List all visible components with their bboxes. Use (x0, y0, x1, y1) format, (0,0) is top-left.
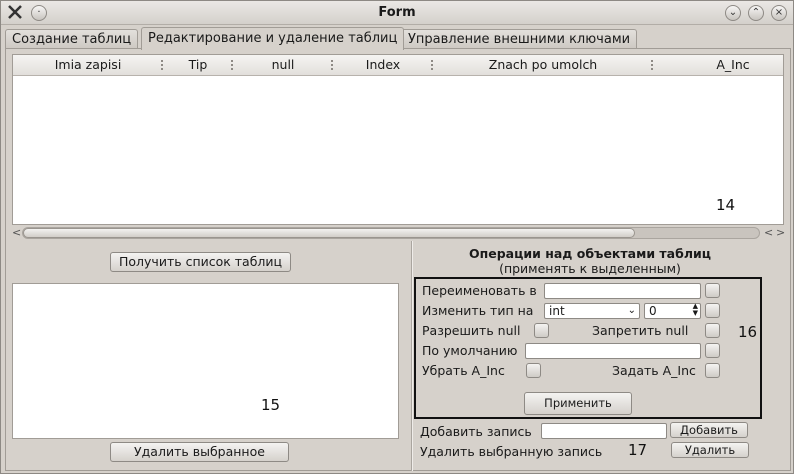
ops-group-box: Переименовать в Изменить тип на int ⌄ 0 … (414, 277, 762, 419)
apply-button[interactable]: Применить (524, 392, 632, 415)
title-bar: · Form ⌄ ⌃ × (1, 1, 793, 25)
allow-null-label: Разрешить null (422, 323, 521, 338)
annotation-15: 15 (261, 396, 281, 414)
minimize-button[interactable]: ⌄ (725, 5, 741, 21)
close-button[interactable]: × (771, 5, 787, 21)
rename-label: Переименовать в (422, 283, 537, 298)
type-select-value: int (549, 304, 565, 318)
set-ainc-label: Задать A_Inc (612, 363, 696, 378)
horizontal-scrollbar[interactable]: < < > (12, 226, 785, 240)
column-header[interactable]: A_Inc (693, 55, 773, 75)
default-input[interactable] (525, 343, 701, 359)
size-spinbox-value: 0 (649, 304, 657, 318)
size-spinbox[interactable]: 0 ▲ ▼ (644, 303, 701, 319)
remove-ainc-checkbox[interactable] (526, 363, 541, 378)
main-window: · Form ⌄ ⌃ × Создание таблиц Редактирова… (0, 0, 794, 474)
forbid-null-label: Запретить null (592, 323, 689, 338)
scroll-right-icon[interactable]: > (776, 226, 785, 239)
add-record-input[interactable] (541, 423, 667, 439)
rename-checkbox[interactable] (705, 283, 720, 298)
delete-selected-button[interactable]: Удалить выбранное (110, 442, 289, 462)
tab-foreign-keys[interactable]: Управление внешними ключами (401, 29, 638, 49)
ops-subheading: (применять к выделенным) (499, 261, 681, 276)
tab-edit-delete-tables[interactable]: Редактирование и удаление таблиц (141, 27, 405, 50)
chevron-down-icon: ⌄ (627, 305, 636, 316)
annotation-16: 16 (738, 323, 758, 341)
tab-create-tables[interactable]: Создание таблиц (5, 29, 139, 49)
change-type-checkbox[interactable] (705, 303, 720, 318)
column-separator[interactable] (651, 60, 653, 70)
forbid-null-checkbox[interactable] (705, 323, 720, 338)
fields-table[interactable]: Imia zapisi Tip null Index Znach po umol… (12, 54, 784, 225)
add-record-button[interactable]: Добавить (670, 422, 748, 438)
add-record-label: Добавить запись (420, 424, 532, 439)
annotation-14: 14 (716, 196, 736, 214)
window-title: Form (378, 5, 416, 20)
column-header[interactable]: Imia zapisi (13, 55, 163, 75)
table-header: Imia zapisi Tip null Index Znach po umol… (13, 55, 783, 76)
column-header[interactable]: Tip (163, 55, 233, 75)
change-type-label: Изменить тип на (422, 303, 534, 318)
vertical-divider (411, 241, 413, 471)
scroll-thumb[interactable] (23, 228, 635, 238)
tab-panel: Imia zapisi Tip null Index Znach po umol… (5, 48, 791, 471)
remove-ainc-label: Убрать A_Inc (422, 363, 505, 378)
type-select[interactable]: int ⌄ (544, 303, 640, 319)
column-header[interactable]: Znach po umolch (433, 55, 653, 75)
get-tables-button[interactable]: Получить список таблиц (110, 252, 292, 272)
ops-heading: Операции над объектами таблиц (468, 246, 712, 261)
column-header[interactable]: null (233, 55, 333, 75)
column-header[interactable]: Index (333, 55, 433, 75)
delete-record-button[interactable]: Удалить (671, 442, 749, 458)
tables-listbox[interactable]: 15 (12, 283, 399, 439)
scroll-left-small-icon[interactable]: < (12, 226, 21, 239)
maximize-button[interactable]: ⌃ (748, 5, 764, 21)
rename-input[interactable] (544, 283, 701, 299)
scroll-left-icon[interactable]: < (764, 226, 773, 239)
allow-null-checkbox[interactable] (534, 323, 549, 338)
default-label: По умолчанию (422, 343, 518, 358)
annotation-17: 17 (628, 441, 648, 459)
default-checkbox[interactable] (705, 343, 720, 358)
spin-arrows-icon[interactable]: ▲ ▼ (693, 303, 698, 317)
delete-record-label: Удалить выбранную запись (420, 444, 603, 459)
set-ainc-checkbox[interactable] (705, 363, 720, 378)
